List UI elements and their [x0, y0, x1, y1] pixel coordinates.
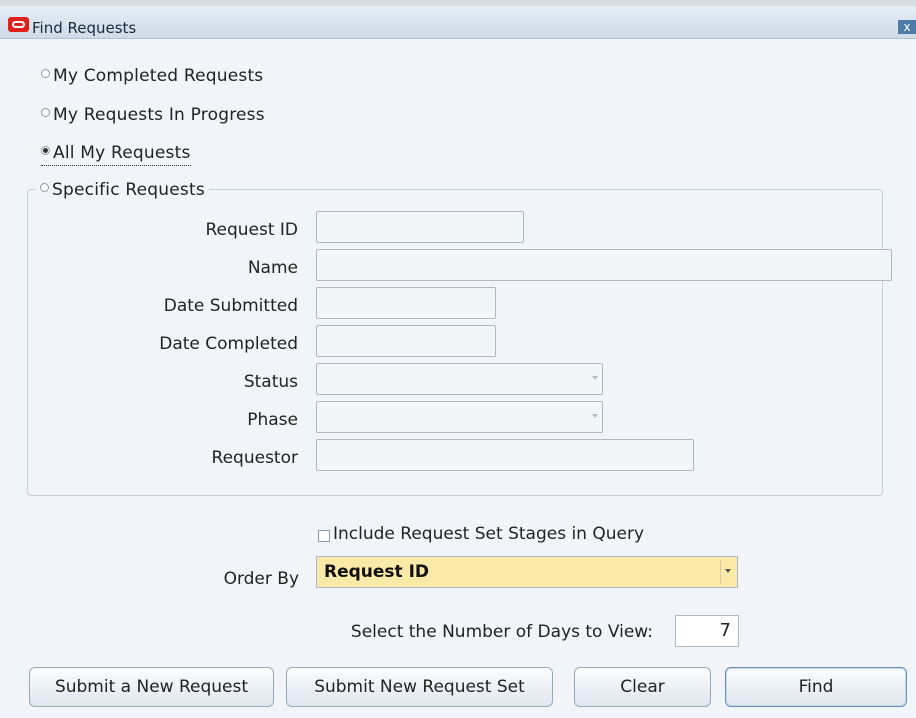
requestor-label: Requestor: [211, 448, 298, 468]
request-id-field[interactable]: [316, 211, 524, 243]
oracle-logo-icon: [8, 17, 29, 32]
order-by-label: Order By: [223, 569, 299, 589]
request-id-label: Request ID: [205, 220, 298, 240]
find-button[interactable]: Find: [725, 667, 907, 707]
date-submitted-label: Date Submitted: [163, 296, 298, 316]
dropdown-arrow-icon: [725, 569, 731, 573]
phase-dropdown[interactable]: [316, 401, 603, 433]
radio-button[interactable]: [41, 68, 50, 78]
requestor-field[interactable]: [316, 439, 694, 471]
radio-label: My Completed Requests: [53, 66, 264, 86]
order-by-dropdown[interactable]: Request ID: [316, 556, 738, 588]
title-bar: Find Requests x: [0, 6, 916, 39]
radio-my-requests-in-progress[interactable]: My Requests In Progress: [41, 103, 265, 127]
order-by-value: Request ID: [324, 562, 430, 582]
radio-label: All My Requests: [53, 143, 191, 163]
radio-specific-requests[interactable]: Specific Requests: [36, 178, 209, 202]
close-icon[interactable]: x: [898, 20, 916, 34]
radio-button[interactable]: [41, 107, 50, 117]
radio-button[interactable]: [40, 182, 49, 192]
radio-my-completed-requests[interactable]: My Completed Requests: [41, 64, 263, 88]
days-label: Select the Number of Days to View:: [350, 622, 653, 642]
name-label: Name: [247, 258, 298, 278]
date-completed-field[interactable]: [316, 325, 496, 357]
radio-all-my-requests[interactable]: All My Requests: [41, 141, 191, 166]
status-dropdown[interactable]: [316, 363, 603, 395]
radio-label: Specific Requests: [52, 180, 205, 200]
dropdown-arrow-icon: [592, 376, 598, 380]
date-submitted-field[interactable]: [316, 287, 496, 319]
clear-button[interactable]: Clear: [574, 667, 711, 707]
submit-new-request-button[interactable]: Submit a New Request: [29, 667, 274, 707]
window-title: Find Requests: [32, 19, 137, 37]
dropdown-divider: [720, 560, 721, 584]
name-field[interactable]: [316, 249, 892, 281]
radio-label: My Requests In Progress: [53, 105, 265, 125]
days-input[interactable]: 7: [675, 615, 739, 647]
status-label: Status: [243, 372, 298, 392]
submit-new-request-set-button[interactable]: Submit New Request Set: [286, 667, 553, 707]
date-completed-label: Date Completed: [159, 334, 298, 354]
include-stages-checkbox[interactable]: [318, 530, 330, 542]
include-stages-label: Include Request Set Stages in Query: [333, 524, 645, 544]
phase-label: Phase: [247, 410, 298, 430]
dropdown-arrow-icon: [592, 414, 598, 418]
radio-button-selected[interactable]: [41, 145, 50, 155]
